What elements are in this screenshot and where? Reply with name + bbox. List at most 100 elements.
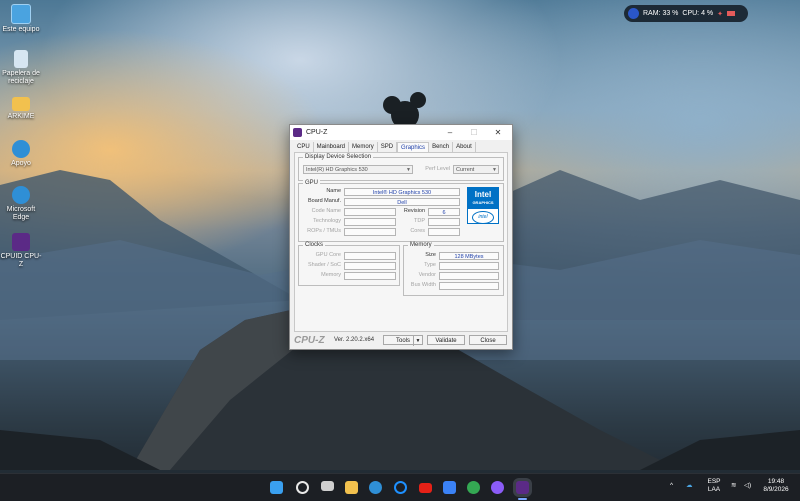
cpuz-brand: CPU-Z: [294, 335, 325, 346]
microphone-icon: [628, 8, 639, 19]
display-device-group: Display Device Selection Intel(R) HD Gra…: [298, 154, 504, 181]
window-title: CPU-Z: [306, 129, 328, 136]
version-text: Ver. 2.20.2.x64: [334, 337, 375, 343]
desktop-icon-label: CPUID CPU-Z: [0, 253, 42, 268]
cortana-icon[interactable]: [394, 481, 407, 494]
desktop-icon-edge[interactable]: Microsoft Edge: [0, 186, 42, 222]
tab-cpu[interactable]: CPU: [294, 142, 314, 152]
tools-label: Tools: [395, 338, 410, 344]
clock[interactable]: 19:48 8/9/2026: [758, 478, 794, 494]
revision-value: 6: [428, 208, 460, 216]
close-button[interactable]: Close: [469, 335, 507, 345]
time: 19:48: [767, 478, 785, 485]
minimize-button[interactable]: –: [440, 125, 460, 140]
validate-button[interactable]: Validate: [427, 335, 465, 345]
tab-about[interactable]: About: [453, 142, 476, 152]
chrome-icon[interactable]: [467, 481, 480, 494]
start-icon[interactable]: [270, 481, 283, 494]
store-icon[interactable]: [443, 481, 456, 494]
close-window-button[interactable]: ✕: [488, 125, 508, 140]
title-bar[interactable]: CPU-Z – ☐ ✕: [290, 125, 512, 140]
chevron-down-icon: ▼: [406, 167, 411, 173]
tab-memory[interactable]: Memory: [349, 142, 378, 152]
monitor-icon: [11, 4, 31, 24]
clocks-group: Clocks GPU Core Shader / SoC Memory: [298, 242, 400, 286]
desktop-icon-label: ARKIME: [7, 113, 35, 120]
cpuz-app-icon: [293, 128, 302, 137]
chevron-up-icon[interactable]: ^: [670, 482, 673, 490]
cores-value: [428, 228, 460, 236]
desktop-icon-label: Este equipo: [2, 26, 40, 33]
maximize-button[interactable]: ☐: [464, 125, 484, 140]
gpu-name-value: Intel® HD Graphics 530: [344, 188, 460, 196]
recycle-bin-icon: [14, 50, 28, 68]
desktop-icon-este-equipo[interactable]: Este equipo: [0, 4, 42, 34]
cpuz-icon[interactable]: [516, 481, 529, 494]
window-footer: CPU-Z Ver. 2.20.2.x64 Tools ▼ Validate C…: [290, 333, 510, 347]
revision-label: Revision: [403, 208, 425, 214]
tab-mainboard[interactable]: Mainboard: [314, 142, 350, 152]
board-manuf-label: Board Manuf.: [307, 198, 341, 204]
intel-badge: intel: [472, 211, 494, 224]
desktop-icon-cpuz[interactable]: CPUID CPU-Z: [0, 233, 42, 269]
group-label: GPU: [303, 180, 321, 186]
resource-monitor-widget[interactable]: RAM: 33 % CPU: 4 % ✦: [624, 5, 748, 22]
wifi-icon[interactable]: ≋: [731, 482, 736, 490]
onedrive-icon[interactable]: ☁: [686, 482, 693, 490]
board-manuf-value: Dell: [344, 198, 460, 206]
language-indicator[interactable]: ESP LAA: [704, 478, 724, 494]
rops-label: ROPs / TMUs: [307, 228, 341, 234]
battery-icon: [727, 11, 736, 16]
volume-icon[interactable]: ◁): [744, 482, 751, 490]
tab-spd[interactable]: SPD: [378, 142, 398, 152]
shader-label: Shader / SoC: [307, 262, 341, 268]
logo-sub: GRAPHICS: [472, 200, 494, 205]
technology-label: Technology: [313, 218, 341, 224]
perf-level-select[interactable]: Current ▼: [453, 165, 499, 174]
wifi-icon: ✦: [717, 10, 724, 18]
bus-width-value: [439, 282, 499, 290]
taskbar: ^ ☁ ESP LAA ≋ ◁) 19:48 8/9/2026: [0, 473, 800, 501]
edge-icon: [12, 186, 30, 204]
folder-icon: [12, 97, 30, 111]
edge-icon[interactable]: [369, 481, 382, 494]
desktop-icon-papelera[interactable]: Papelera de reciclaje: [0, 50, 42, 86]
vendor-label: Vendor: [418, 272, 436, 278]
file-explorer-icon[interactable]: [345, 481, 358, 494]
size-value: 128 MBytes: [439, 252, 499, 260]
cpuz-window: CPU-Z – ☐ ✕ CPU Mainboard Memory SPD Gra…: [289, 124, 513, 350]
gpu-core-value: [344, 252, 396, 260]
device-value: Intel(R) HD Graphics 530: [306, 167, 368, 173]
edge-icon: [12, 140, 30, 158]
copilot-icon[interactable]: [491, 481, 504, 494]
clock-memory-label: Memory: [321, 272, 341, 278]
desktop-icon-arkime[interactable]: ARKIME: [0, 97, 42, 121]
memory-group: Memory Size 128 MBytes Type Vendor Bus W…: [403, 242, 504, 296]
perf-level-value: Current: [456, 167, 475, 173]
size-label: Size: [425, 252, 436, 258]
vendor-value: [439, 272, 499, 280]
chevron-down-icon: ▼: [413, 336, 422, 346]
lang-bottom: LAA: [707, 486, 721, 493]
name-label: Name: [326, 188, 341, 194]
device-select[interactable]: Intel(R) HD Graphics 530 ▼: [303, 165, 413, 174]
group-label: Display Device Selection: [303, 154, 374, 160]
shader-value: [344, 262, 396, 270]
group-label: Clocks: [303, 242, 326, 248]
desktop-icon-apoyo[interactable]: Apoyo: [0, 140, 42, 168]
youtube-icon[interactable]: [419, 483, 432, 493]
chevron-down-icon: ▼: [492, 167, 497, 173]
desktop-icon-label: Papelera de reciclaje: [2, 70, 40, 85]
group-label: Memory: [408, 242, 434, 248]
cpu-usage: CPU: 4 %: [682, 10, 714, 17]
intel-graphics-logo: Intel GRAPHICS intel: [467, 187, 499, 224]
tab-bench[interactable]: Bench: [429, 142, 454, 152]
tdp-value: [428, 218, 460, 226]
cores-label: Cores: [410, 228, 425, 234]
ram-usage: RAM: 33 %: [643, 10, 679, 17]
tdp-label: TDP: [414, 218, 425, 224]
code-name-value: [344, 208, 396, 216]
search-icon[interactable]: [296, 481, 309, 494]
tools-button[interactable]: Tools ▼: [383, 335, 423, 346]
task-view-icon[interactable]: [321, 481, 334, 491]
